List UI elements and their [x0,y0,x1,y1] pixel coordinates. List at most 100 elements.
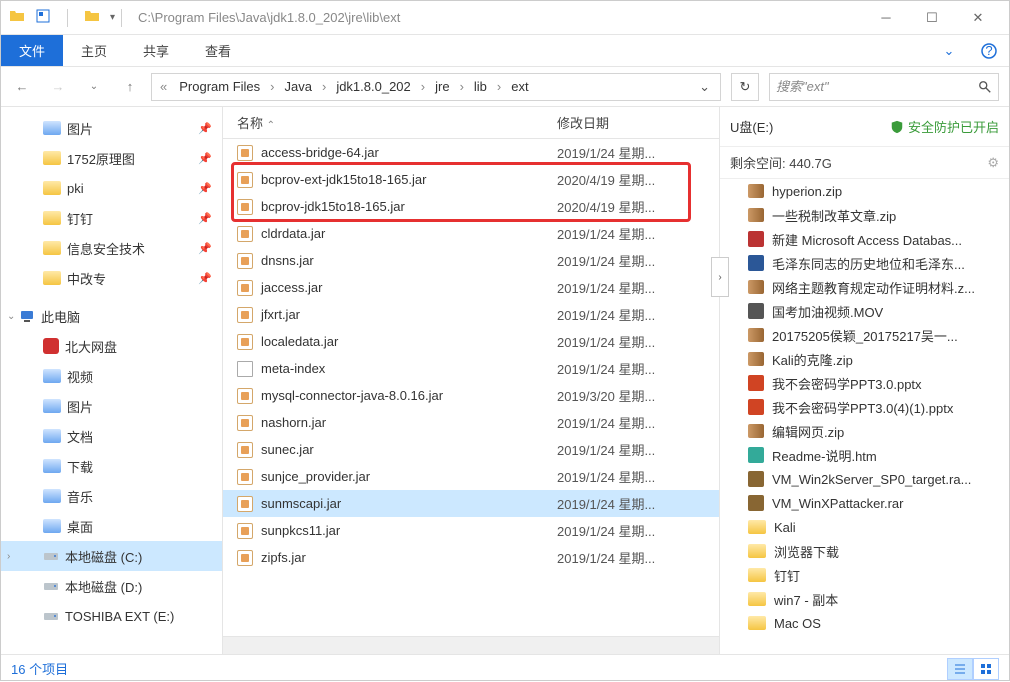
tab-file[interactable]: 文件 [1,35,63,66]
file-row[interactable]: bcprov-jdk15to18-165.jar2020/4/19 星期... [223,193,719,220]
nav-baidu[interactable]: 北大网盘 [1,331,222,361]
close-button[interactable]: ✕ [955,3,1001,33]
details-item[interactable]: 网络主题教育规定动作证明材料.z... [720,275,1009,299]
horizontal-scrollbar[interactable] [223,636,719,654]
file-row[interactable]: zipfs.jar2019/1/24 星期... [223,544,719,571]
details-item[interactable]: Mac OS [720,611,1009,635]
chevron-right-icon[interactable]: › [495,79,503,94]
help-button[interactable]: ? [969,35,1009,66]
recent-dropdown[interactable]: ⌄ [83,76,105,98]
details-item[interactable]: 钉钉 [720,563,1009,587]
file-row[interactable]: jfxrt.jar2019/1/24 星期... [223,301,719,328]
breadcrumb[interactable]: « Program Files› Java› jdk1.8.0_202› jre… [151,73,721,101]
details-item[interactable]: 国考加油视频.MOV [720,299,1009,323]
nav-library-item[interactable]: 音乐 [1,481,222,511]
search-input[interactable] [776,79,978,94]
up-button[interactable]: ↑ [119,76,141,98]
nav-quick-item[interactable]: 1752原理图📌 [1,143,222,173]
nav-library-item[interactable]: 下载 [1,451,222,481]
collapse-pane-icon[interactable]: › [711,257,729,297]
column-date[interactable]: 修改日期 [557,113,719,132]
tab-share[interactable]: 共享 [125,35,187,66]
file-row[interactable]: meta-index2019/1/24 星期... [223,355,719,382]
details-item[interactable]: 毛泽东同志的历史地位和毛泽东... [720,251,1009,275]
details-item[interactable]: 新建 Microsoft Access Databas... [720,227,1009,251]
file-row[interactable]: sunpkcs11.jar2019/1/24 星期... [223,517,719,544]
chevron-right-icon[interactable]: › [458,79,466,94]
details-item[interactable]: Kali的克隆.zip [720,347,1009,371]
icons-view-button[interactable] [973,658,999,680]
nav-quick-item[interactable]: 钉钉📌 [1,203,222,233]
details-item[interactable]: 一些税制改革文章.zip [720,203,1009,227]
details-view-button[interactable] [947,658,973,680]
nav-drive-item[interactable]: 本地磁盘 (D:) [1,571,222,601]
details-item[interactable]: win7 - 副本 [720,587,1009,611]
breadcrumb-item[interactable]: Java [279,74,318,100]
navigation-pane[interactable]: 图片📌1752原理图📌pki📌钉钉📌信息安全技术📌中改专📌 ⌄ 此电脑 北大网盘… [1,107,223,654]
breadcrumb-item[interactable]: ext [505,74,534,100]
breadcrumb-item[interactable]: jdk1.8.0_202 [330,74,416,100]
tab-view[interactable]: 查看 [187,35,249,66]
breadcrumb-item[interactable]: jre [429,74,455,100]
chevron-right-icon[interactable]: › [419,79,427,94]
details-item[interactable]: 20175205侯颖_20175217吴一... [720,323,1009,347]
file-row[interactable]: mysql-connector-java-8.0.16.jar2019/3/20… [223,382,719,409]
chevron-right-icon[interactable]: › [268,79,276,94]
details-list[interactable]: hyperion.zip一些税制改革文章.zip新建 Microsoft Acc… [720,179,1009,654]
file-row[interactable]: access-bridge-64.jar2019/1/24 星期... [223,139,719,166]
file-row[interactable]: dnsns.jar2019/1/24 星期... [223,247,719,274]
sort-icon[interactable]: ⌃ [267,120,275,131]
file-row[interactable]: nashorn.jar2019/1/24 星期... [223,409,719,436]
file-row[interactable]: bcprov-ext-jdk15to18-165.jar2020/4/19 星期… [223,166,719,193]
details-item[interactable]: 我不会密码学PPT3.0.pptx [720,371,1009,395]
column-name[interactable]: 名称 [237,116,263,131]
expand-icon[interactable]: › [7,551,10,562]
details-item[interactable]: VM_Win2kServer_SP0_target.ra... [720,467,1009,491]
details-item[interactable]: hyperion.zip [720,179,1009,203]
file-row[interactable]: sunmscapi.jar2019/1/24 星期... [223,490,719,517]
file-row[interactable]: cldrdata.jar2019/1/24 星期... [223,220,719,247]
file-row[interactable]: jaccess.jar2019/1/24 星期... [223,274,719,301]
chevron-right-icon[interactable]: › [320,79,328,94]
nav-drive-item[interactable]: TOSHIBA EXT (E:) [1,601,222,631]
details-item[interactable]: Readme-说明.htm [720,443,1009,467]
nav-thispc[interactable]: ⌄ 此电脑 [1,301,222,331]
details-item[interactable]: Kali [720,515,1009,539]
nav-library-item[interactable]: 文档 [1,421,222,451]
breadcrumb-item[interactable]: lib [468,74,493,100]
gear-icon[interactable]: ⚙ [987,155,999,171]
details-item[interactable]: 编辑网页.zip [720,419,1009,443]
search-box[interactable] [769,73,999,101]
nav-library-item[interactable]: 视频 [1,361,222,391]
search-icon[interactable] [978,80,992,94]
file-list-header[interactable]: 名称 ⌃ 修改日期 [223,107,719,139]
breadcrumb-item[interactable]: Program Files [173,74,266,100]
file-row[interactable]: sunec.jar2019/1/24 星期... [223,436,719,463]
tab-home[interactable]: 主页 [63,35,125,66]
expand-icon[interactable]: ⌄ [7,311,15,322]
forward-button[interactable]: → [47,76,69,98]
refresh-button[interactable]: ↻ [731,73,759,101]
details-item[interactable]: 浏览器下载 [720,539,1009,563]
breadcrumb-dropdown-icon[interactable]: ⌄ [693,79,716,95]
nav-library-item[interactable]: 桌面 [1,511,222,541]
minimize-button[interactable]: ─ [863,3,909,33]
nav-quick-item[interactable]: 信息安全技术📌 [1,233,222,263]
maximize-button[interactable]: ☐ [909,3,955,33]
properties-icon[interactable] [35,8,51,27]
nav-quick-item[interactable]: 中改专📌 [1,263,222,293]
breadcrumb-overflow-icon[interactable]: « [156,79,171,94]
dropdown-icon[interactable]: ▾ [110,12,115,23]
nav-quick-item[interactable]: 图片📌 [1,113,222,143]
folder-small-icon[interactable] [84,8,100,27]
file-row[interactable]: localedata.jar2019/1/24 星期... [223,328,719,355]
nav-library-item[interactable]: 图片 [1,391,222,421]
back-button[interactable]: ← [11,76,33,98]
ribbon-expand-button[interactable]: ⌄ [929,35,969,66]
details-item[interactable]: VM_WinXPattacker.rar [720,491,1009,515]
nav-drive-item[interactable]: ›本地磁盘 (C:) [1,541,222,571]
file-row[interactable]: sunjce_provider.jar2019/1/24 星期... [223,463,719,490]
details-item[interactable]: 我不会密码学PPT3.0(4)(1).pptx [720,395,1009,419]
file-list[interactable]: access-bridge-64.jar2019/1/24 星期...bcpro… [223,139,719,636]
nav-quick-item[interactable]: pki📌 [1,173,222,203]
